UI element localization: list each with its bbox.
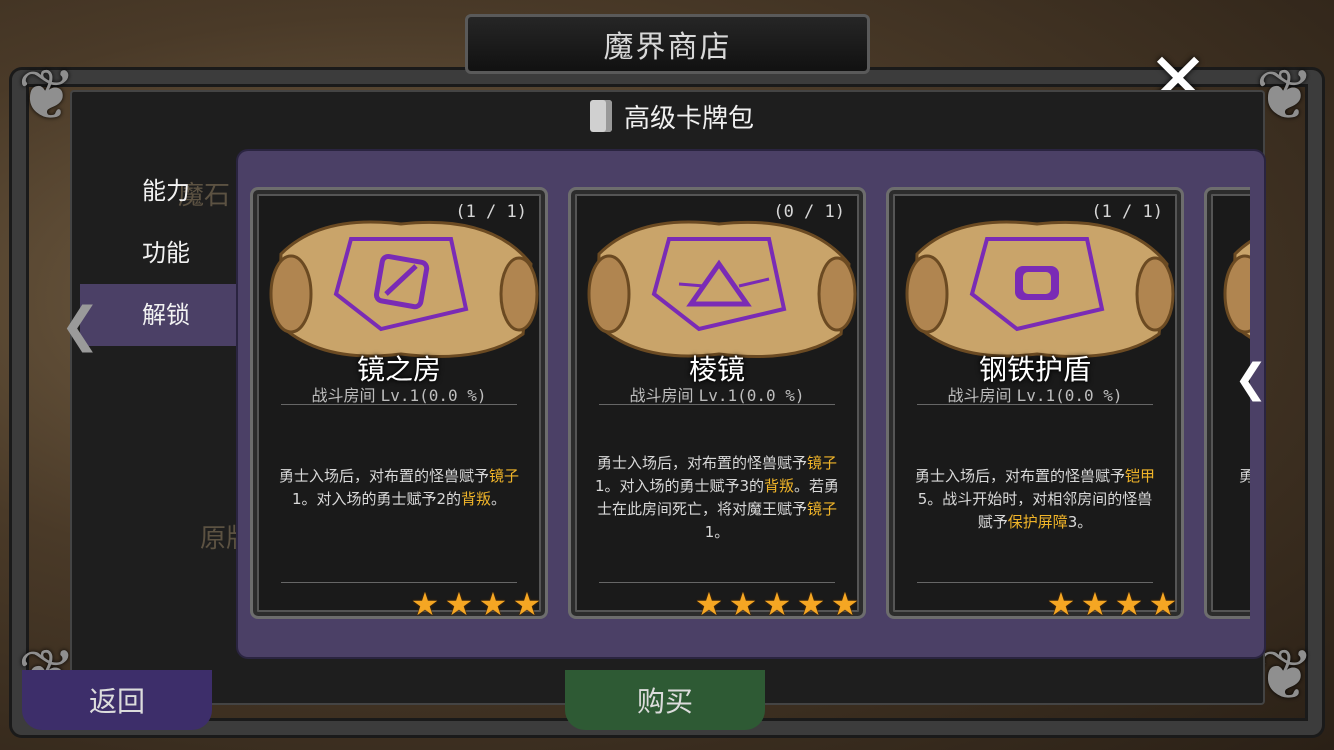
star-icon: ★ <box>1046 585 1076 623</box>
tab-ornament-icon: ❮ <box>60 297 101 353</box>
side-tabs: 能力 功能 解锁 <box>80 160 240 346</box>
buy-button[interactable]: 购买 <box>565 670 765 730</box>
desc-text: 1。 <box>704 523 730 541</box>
card-description: 勇士入场后，对布置的怪兽赋予 <box>1239 465 1250 488</box>
desc-text: 。 <box>491 490 507 508</box>
keyword-highlight: 镜子 <box>489 467 520 485</box>
card-level: Lv.1(0.0 %) <box>1016 386 1123 405</box>
divider <box>281 404 517 413</box>
star-icon: ★ <box>1080 585 1110 623</box>
cards-viewport: (1 / 1) 镜之房 战斗房间 Lv.1(0.0 %) 勇士入场后，对布置的怪… <box>250 187 1250 627</box>
card-description: 勇士入场后，对布置的怪兽赋予铠甲5。战斗开始时，对相邻房间的怪兽赋予保护屏障3。 <box>911 465 1159 534</box>
scroll-icon <box>587 220 857 358</box>
card-item[interactable]: (1 / 1) 钢铁护盾 战斗房间 Lv.1(0.0 %) 勇士入场后，对布置的… <box>886 187 1184 620</box>
desc-text: 勇士入场后，对布置的怪兽赋予 <box>278 467 489 485</box>
pack-header: 高级卡牌包 <box>590 96 754 136</box>
card-pack-popup: (1 / 1) 镜之房 战斗房间 Lv.1(0.0 %) 勇士入场后，对布置的怪… <box>238 151 1264 657</box>
desc-text: 勇士入场后，对布置的怪兽赋予 <box>1239 467 1250 485</box>
star-icon: ★ <box>728 585 758 623</box>
card-subtitle: 战斗房间 Lv.1(0.0 %) <box>889 382 1181 406</box>
card-description: 勇士入场后，对布置的怪兽赋予镜子1。对入场的勇士赋予3的背叛。若勇士在此房间死亡… <box>593 452 841 544</box>
keyword-highlight: 背叛 <box>461 490 492 508</box>
card-pack-icon <box>590 100 612 132</box>
star-icon: ★ <box>478 585 508 623</box>
star-icon: ★ <box>444 585 474 623</box>
star-rating: ★ ★ ★ ★ <box>1045 588 1179 620</box>
scroll-icon <box>269 220 539 358</box>
desc-text: 勇士入场后，对布置的怪兽赋予 <box>914 467 1125 485</box>
pack-title: 高级卡牌包 <box>624 103 755 134</box>
star-icon: ★ <box>796 585 826 623</box>
desc-text: 1。对入场的勇士赋予3的 <box>594 477 765 495</box>
card-type: 战斗房间 <box>311 386 376 405</box>
star-icon: ★ <box>1148 585 1178 623</box>
back-label: 返回 <box>88 685 145 718</box>
tab-function[interactable]: 功能 <box>80 222 240 284</box>
desc-text: 3。 <box>1067 513 1093 531</box>
keyword-highlight: 铠甲 <box>1125 467 1156 485</box>
star-icon: ★ <box>830 585 860 623</box>
buy-label: 购买 <box>636 685 693 718</box>
star-icon: ★ <box>694 585 724 623</box>
card-subtitle: 战斗房间 Lv.1(0.0 %) <box>571 382 863 406</box>
back-button[interactable]: 返回 <box>22 670 212 730</box>
star-icon: ★ <box>1114 585 1144 623</box>
card-item[interactable]: (1 / 1) 镜之房 战斗房间 Lv.1(0.0 %) 勇士入场后，对布置的怪… <box>250 187 548 620</box>
page-title: 魔界商店 <box>603 30 732 65</box>
star-rating: ★ ★ ★ ★ <box>409 588 543 620</box>
card-type: 战斗房间 <box>629 386 694 405</box>
card-description: 勇士入场后，对布置的怪兽赋予镜子 1。对入场的勇士赋予2的背叛。 <box>275 465 523 511</box>
card-level: Lv.1(0.0 %) <box>380 386 487 405</box>
keyword-highlight: 保护屏障 <box>1007 513 1068 531</box>
desc-text: 勇士入场后，对布置的怪兽赋予 <box>596 454 807 472</box>
star-rating: ★ ★ ★ ★ ★ <box>693 588 861 620</box>
keyword-highlight: 背叛 <box>764 477 795 495</box>
title-plate: 魔界商店 <box>465 14 870 74</box>
tab-ability[interactable]: 能力 <box>80 160 240 222</box>
divider <box>917 404 1153 413</box>
card-item[interactable]: 勇士入场后，对布置的怪兽赋予 <box>1204 187 1250 619</box>
tab-unlock[interactable]: 解锁 <box>80 284 240 346</box>
star-icon: ★ <box>512 585 542 623</box>
card-subtitle: 战斗房间 Lv.1(0.0 %) <box>253 382 545 406</box>
divider <box>599 404 835 413</box>
tab-label: 解锁 <box>142 301 190 329</box>
keyword-highlight: 镜子 <box>807 454 838 472</box>
keyword-highlight: 镜子 <box>807 500 838 518</box>
card-type: 战斗房间 <box>947 386 1012 405</box>
scroll-icon <box>1223 239 1250 339</box>
card-level: Lv.1(0.0 %) <box>698 386 805 405</box>
scroll-icon <box>905 220 1175 358</box>
desc-text: 1。对入场的勇士赋予2的 <box>291 490 462 508</box>
star-icon: ★ <box>410 585 440 623</box>
chevron-left-icon[interactable]: ❮ <box>1234 356 1264 402</box>
star-icon: ★ <box>762 585 792 623</box>
tab-label: 功能 <box>142 239 190 267</box>
card-item[interactable]: (0 / 1) 棱镜 战斗房间 Lv.1(0.0 %) 勇士入场后，对布置的怪兽… <box>568 187 866 620</box>
tab-label: 能力 <box>142 177 190 205</box>
